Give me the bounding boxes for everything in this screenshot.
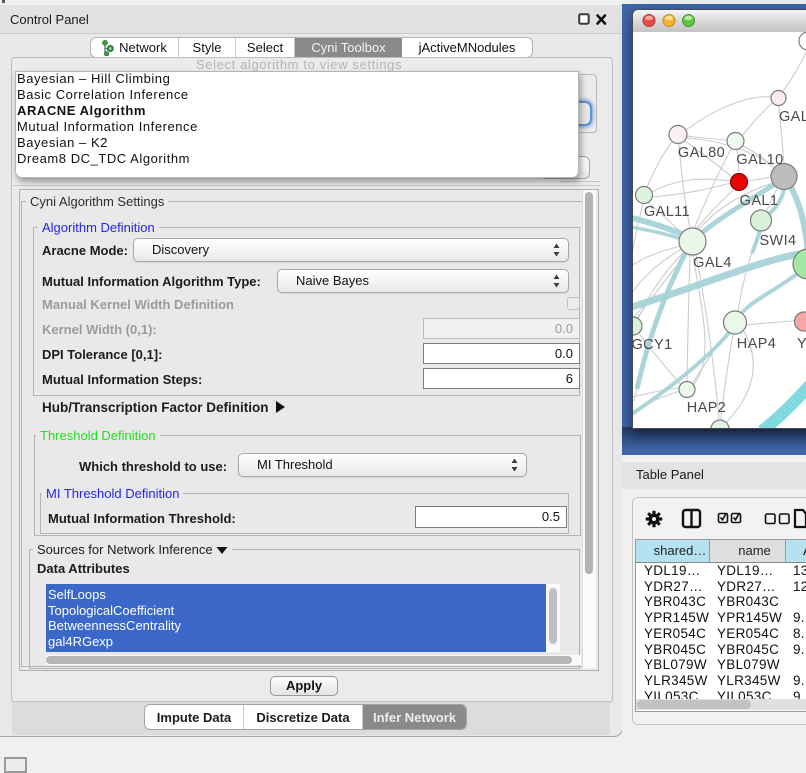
svg-text:GAL1: GAL1 (740, 193, 779, 209)
svg-text:HAP4: HAP4 (737, 336, 776, 352)
svg-text:GCY1: GCY1 (633, 337, 673, 353)
svg-text:SWI4: SWI4 (759, 233, 796, 249)
svg-text:Y: Y (797, 336, 806, 352)
svg-text:GAL80: GAL80 (678, 145, 725, 161)
svg-text:GAL11: GAL11 (644, 204, 690, 220)
svg-text:GAL7: GAL7 (779, 109, 806, 125)
svg-text:GAL4: GAL4 (693, 255, 732, 271)
svg-text:GAL10: GAL10 (736, 152, 783, 168)
svg-text:HAP2: HAP2 (687, 400, 726, 416)
